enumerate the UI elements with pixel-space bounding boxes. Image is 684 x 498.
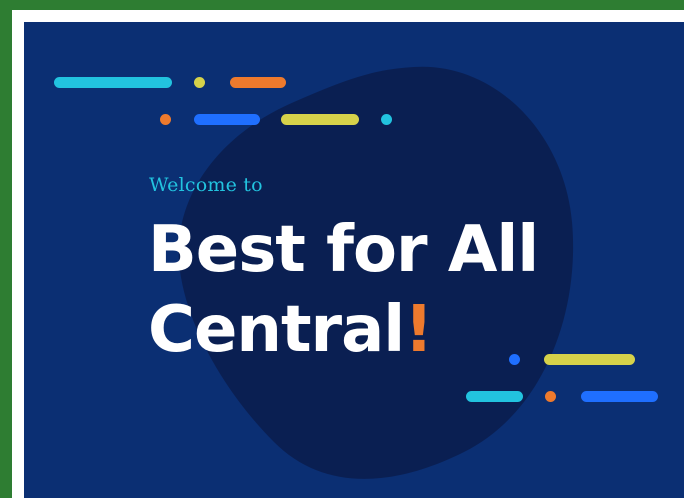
decor-dash-orange-top <box>230 77 286 88</box>
welcome-banner: Welcome to Best for All Central! <box>24 22 684 498</box>
banner-title-word: Central <box>148 293 405 367</box>
banner-title-line2: Central! <box>148 290 538 370</box>
decor-dash-yellow-bottom <box>544 354 635 365</box>
banner-title: Best for All Central! <box>148 210 539 370</box>
decor-dot-orange-bottom <box>545 391 556 402</box>
banner-title-line1: Best for All <box>148 213 539 287</box>
decor-dash-yellow-second <box>281 114 359 125</box>
decor-dot-cyan-second <box>381 114 392 125</box>
exclamation-mark: ! <box>404 293 433 367</box>
welcome-text: Welcome to <box>149 174 263 196</box>
decor-dot-yellow-top <box>194 77 205 88</box>
decor-dash-cyan-top <box>54 77 172 88</box>
decor-dash-cyan-bottom <box>466 391 523 402</box>
decor-dot-orange-second <box>160 114 171 125</box>
decor-dash-blue-second <box>194 114 260 125</box>
decor-dash-blue-bottom <box>581 391 658 402</box>
outer-frame: Welcome to Best for All Central! <box>0 0 684 498</box>
